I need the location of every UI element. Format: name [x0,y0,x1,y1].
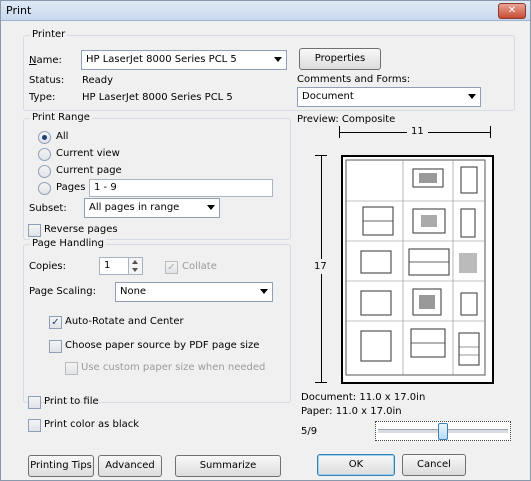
collate-checkbox[interactable]: ✓ [165,261,178,274]
page-scaling-select[interactable]: None [115,282,273,302]
print-color-black-checkbox[interactable] [28,419,41,432]
width-dimension-value: 11 [407,126,428,137]
subset-value: All pages in range [89,202,180,213]
preview-page [341,155,494,384]
radio-all-label[interactable]: All [56,131,68,142]
radio-current-view[interactable] [38,148,51,161]
height-dimension-value: 17 [314,259,327,274]
choose-paper-source-label[interactable]: Choose paper source by PDF page size [65,340,259,351]
chevron-down-icon [468,94,476,99]
height-tick-top [315,155,327,156]
ok-label: OK [348,459,364,470]
printing-tips-label: Printing Tips [30,460,92,471]
radio-all[interactable] [38,131,51,144]
type-value: HP LaserJet 8000 Series PCL 5 [82,92,233,103]
summarize-comments-button[interactable]: Summarize Comments [175,455,281,477]
printing-tips-button[interactable]: Printing Tips [28,455,94,477]
advanced-label: Advanced [105,460,155,471]
chevron-down-icon [260,289,268,294]
pages-range-input[interactable]: 1 - 9 [89,179,273,197]
width-tick-right [490,126,491,138]
radio-current-page-label[interactable]: Current page [56,165,122,176]
page-counter: 5/9 [301,426,318,437]
radio-pages[interactable] [38,182,51,195]
copies-label: Copies: [29,261,66,272]
cancel-button[interactable]: Cancel [402,454,466,476]
page-scaling-label: Page Scaling: [29,286,96,297]
printer-name-value: HP LaserJet 8000 Series PCL 5 [86,54,237,65]
comments-forms-label: Comments and Forms: [297,74,411,85]
comments-forms-select[interactable]: Document [297,87,481,107]
dialog-body: Printer Name: HP LaserJet 8000 Series PC… [1,21,530,480]
properties-label: Properties [314,53,366,64]
auto-rotate-label[interactable]: Auto-Rotate and Center [65,316,184,327]
width-tick-left [339,126,340,138]
pages-range-value: 1 - 9 [94,182,117,193]
choose-paper-source-checkbox[interactable] [49,340,62,353]
status-value: Ready [82,75,114,86]
reverse-pages-checkbox[interactable] [28,224,41,237]
type-label: Type: [29,92,56,103]
spin-down-icon[interactable] [132,268,138,272]
printer-name-select[interactable]: HP LaserJet 8000 Series PCL 5 [81,50,287,70]
chevron-down-icon [274,57,282,62]
document-size: Document: 11.0 x 17.0in [301,392,426,403]
auto-rotate-checkbox[interactable]: ✓ [49,316,62,329]
collate-label[interactable]: Collate [182,261,217,272]
dialog-title: Print [6,4,32,17]
print-range-legend: Print Range [30,112,92,123]
custom-paper-size-label[interactable]: Use custom paper size when needed [81,362,265,373]
page-scaling-value: None [120,286,147,297]
print-to-file-checkbox[interactable] [28,396,41,409]
print-dialog: Print ✕ Printer Name: HP LaserJet 8000 S… [0,0,531,481]
status-label: Status: [29,75,65,86]
summarize-comments-label: Summarize Comments [199,460,257,471]
advanced-button[interactable]: Advanced [98,455,162,477]
paper-size: Paper: 11.0 x 17.0in [301,406,402,417]
radio-current-view-label[interactable]: Current view [56,148,120,159]
copies-spinner[interactable] [128,257,143,275]
spin-up-icon[interactable] [132,260,138,264]
custom-paper-size-checkbox[interactable] [65,362,78,375]
reverse-pages-label[interactable]: Reverse pages [44,224,118,235]
print-to-file-label[interactable]: Print to file [44,396,99,407]
preview-label: Preview: Composite [297,114,396,125]
subset-label: Subset: [29,203,67,214]
subset-select[interactable]: All pages in range [84,198,220,218]
copies-input[interactable]: 1 [99,257,129,275]
comments-forms-value: Document [302,91,354,102]
title-bar: Print ✕ [1,1,530,21]
page-slider-thumb[interactable] [438,423,448,440]
ok-button[interactable]: OK [317,454,395,476]
name-label: Name: [29,55,62,66]
radio-pages-label[interactable]: Pages [56,182,85,193]
page-slider[interactable] [375,421,511,441]
radio-current-page[interactable] [38,165,51,178]
page-handling-legend: Page Handling [30,238,106,249]
printer-legend: Printer [30,29,68,40]
copies-value: 1 [104,260,111,271]
close-button[interactable]: ✕ [498,3,526,19]
chevron-down-icon [207,205,215,210]
cancel-label: Cancel [417,459,451,470]
print-color-black-label[interactable]: Print color as black [44,419,139,430]
height-tick-bottom [315,382,327,383]
drawing-thumbnail [345,159,486,376]
properties-button[interactable]: Properties [299,48,381,70]
